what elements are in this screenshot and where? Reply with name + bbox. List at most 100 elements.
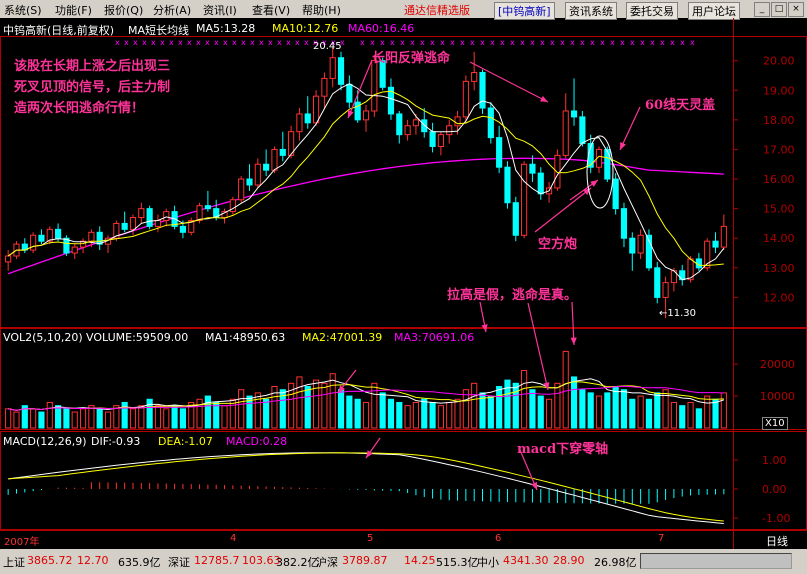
price-tick-label: 14.00 xyxy=(763,232,795,245)
volume-bar xyxy=(629,398,636,429)
volume-bar xyxy=(704,395,711,429)
trading-window: 系统(S) 功能(F) 报价(Q) 分析(A) 资讯(I) 查看(V) 帮助(H… xyxy=(0,0,807,574)
signal-marker: x xyxy=(550,38,555,47)
volume-bar xyxy=(537,395,544,429)
volume-bar xyxy=(171,405,178,429)
x-label-2007: 2007年 xyxy=(4,537,40,548)
candle-body xyxy=(271,148,278,171)
volume-bar xyxy=(129,408,137,429)
candle-body xyxy=(412,119,420,127)
signal-marker: x xyxy=(295,38,300,47)
signal-marker: x xyxy=(259,38,264,47)
volume-bar xyxy=(387,398,395,429)
annotation-summary-line: 造两次长阳逃命行情！ xyxy=(14,101,145,116)
candle-body xyxy=(570,110,578,118)
volume-bar xyxy=(396,401,403,429)
candle-body xyxy=(487,107,494,139)
signal-marker: x xyxy=(400,38,405,47)
signal-marker: x xyxy=(580,38,585,47)
candle-body xyxy=(96,231,103,245)
signal-marker: x xyxy=(142,38,147,47)
volume-bar xyxy=(138,405,145,429)
price-tick-label: 15.00 xyxy=(763,203,795,216)
volume-bar xyxy=(654,392,661,429)
signal-marker: x xyxy=(124,38,129,47)
price-tick-label: 17.00 xyxy=(763,143,795,156)
candle-body xyxy=(504,166,511,204)
volume-bar xyxy=(312,379,320,429)
volume-bar xyxy=(504,379,511,429)
signal-marker: x xyxy=(286,38,291,47)
volume-bar xyxy=(454,398,461,429)
candle-body xyxy=(579,116,586,145)
volume-bar xyxy=(55,405,62,429)
candle-body xyxy=(554,154,561,189)
volume-bar xyxy=(71,411,78,429)
annotation-summary-line: 死叉见顶的信号，后主力制 xyxy=(14,80,171,95)
annotation-arrow xyxy=(527,302,549,391)
signal-marker: x xyxy=(640,38,645,47)
signal-marker: x xyxy=(480,38,485,47)
vol-header-ma1: MA1:48950.63 xyxy=(205,331,286,344)
candle-body xyxy=(496,137,503,168)
index-hs-label: 沪深 xyxy=(316,556,338,569)
candle-body xyxy=(204,205,211,210)
x-label-jun: 6 xyxy=(495,533,502,544)
volume-bar xyxy=(712,398,719,429)
signal-marker: x xyxy=(277,38,282,47)
candle-body xyxy=(562,110,569,156)
volume-bar xyxy=(179,408,186,429)
signal-marker: x xyxy=(196,38,201,47)
signal-marker: x xyxy=(670,38,675,47)
candle-body xyxy=(246,178,253,186)
vol-unit: X10 xyxy=(762,417,788,430)
volume-bar xyxy=(404,405,411,429)
index-sh-amount: 635.9亿 xyxy=(118,556,161,569)
volume-bar xyxy=(263,398,270,429)
signal-marker: x xyxy=(460,38,465,47)
candle-body xyxy=(437,134,444,147)
candle-body xyxy=(129,217,137,230)
volume-bar xyxy=(570,376,578,429)
signal-marker: x xyxy=(250,38,255,47)
candle-body xyxy=(138,208,145,219)
volume-bar xyxy=(321,382,328,429)
candle-body xyxy=(629,237,636,254)
signal-marker: x xyxy=(241,38,246,47)
x-label-jul: 7 xyxy=(658,533,665,544)
annotation-arrowhead xyxy=(570,337,577,345)
volume-bar xyxy=(521,370,528,429)
candle-body xyxy=(662,282,669,298)
index-hs-value: 3789.87 xyxy=(342,554,388,567)
volume-bar xyxy=(595,395,603,429)
volume-bar xyxy=(679,405,686,429)
volume-bar xyxy=(695,408,702,429)
macd-tick-label: 1.00 xyxy=(762,454,787,467)
volume-bar xyxy=(104,411,112,429)
candle-body xyxy=(304,113,311,124)
x-label-apr: 4 xyxy=(230,533,237,544)
volume-bar xyxy=(296,376,303,429)
candle-body xyxy=(720,225,727,248)
period-label[interactable]: 日线 xyxy=(766,533,788,549)
signal-marker: x xyxy=(430,38,435,47)
price-tick-label: 13.00 xyxy=(763,262,795,275)
signal-marker: x xyxy=(169,38,174,47)
volume-bar xyxy=(554,382,561,429)
volume-bar xyxy=(88,405,95,429)
volume-bar xyxy=(146,398,153,429)
index-zx-amount: 26.98亿 xyxy=(594,556,637,569)
signal-marker: x xyxy=(440,38,445,47)
index-zx-change: 28.90 xyxy=(553,554,585,567)
volume-bar xyxy=(421,398,428,429)
volume-bar xyxy=(412,401,420,429)
signal-marker: x xyxy=(590,38,595,47)
volume-bar xyxy=(371,382,378,429)
signal-marker: x xyxy=(360,38,365,47)
volume-bar xyxy=(238,389,245,429)
candle-body xyxy=(404,125,411,136)
candle-body xyxy=(38,234,45,242)
index-sz-label: 深证 xyxy=(168,556,190,569)
volume-bar xyxy=(63,408,70,429)
volume-bar xyxy=(221,405,228,429)
